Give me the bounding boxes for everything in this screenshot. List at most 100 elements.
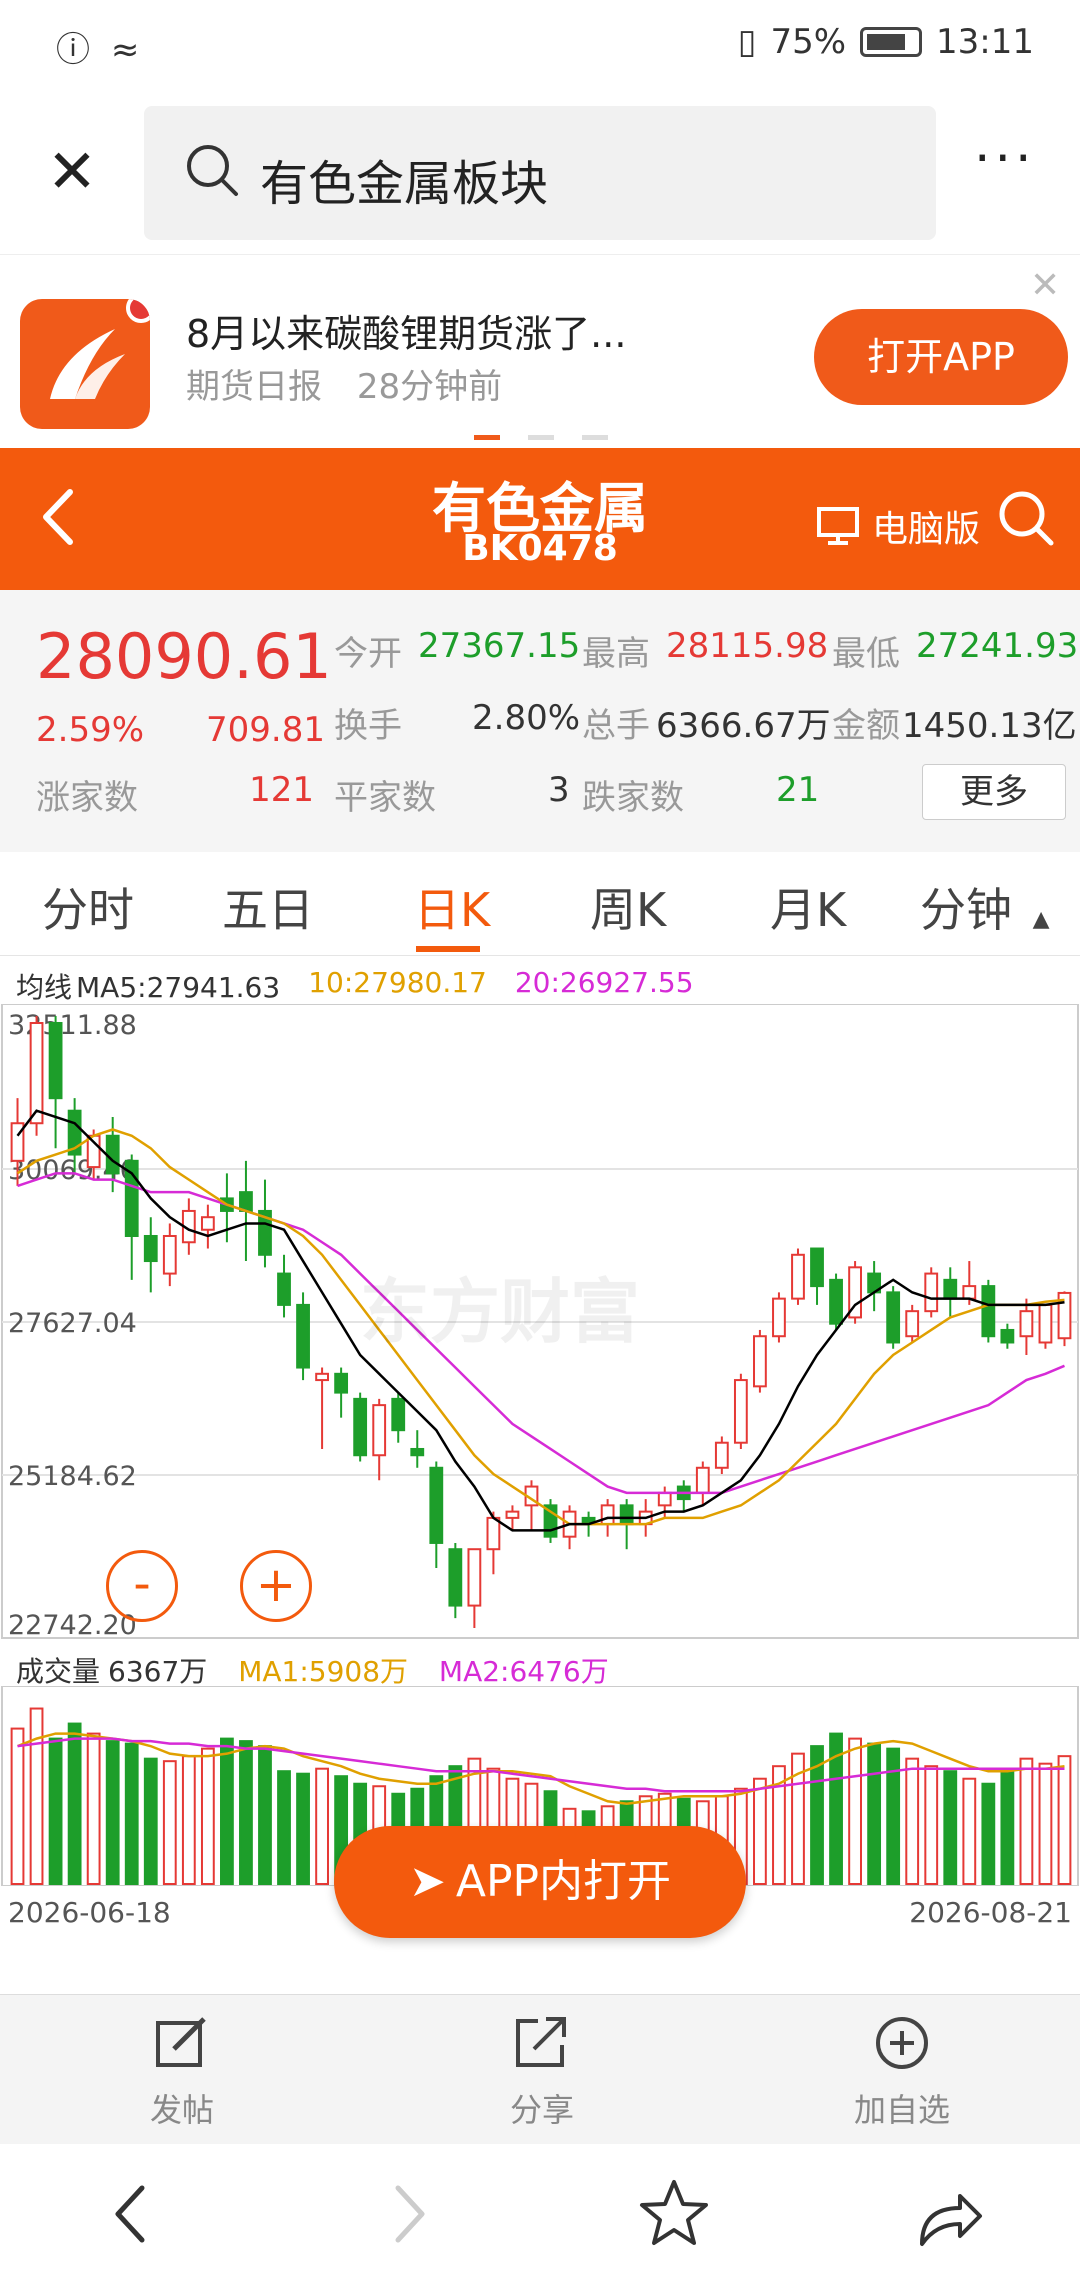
more-options-icon[interactable]: ··· bbox=[974, 133, 1044, 194]
volume-bar bbox=[867, 1742, 882, 1886]
candle-body bbox=[296, 1303, 310, 1369]
x-axis-end-date: 2026-08-21 bbox=[909, 1896, 1072, 1929]
forward-icon[interactable] bbox=[368, 2174, 448, 2254]
volume-bar bbox=[124, 1742, 139, 1886]
close-icon[interactable]: ✕ bbox=[40, 140, 104, 204]
news-time: 28分钟前 bbox=[356, 367, 503, 407]
carousel-dot bbox=[474, 435, 500, 440]
caret-down-icon: ▲ bbox=[1032, 907, 1050, 932]
share-icon bbox=[516, 2017, 566, 2067]
open-in-app-button[interactable]: ➤ APP内打开 bbox=[334, 1826, 746, 1938]
y-tick-label: 22742.20 bbox=[8, 1610, 137, 1640]
ma-legend: 均线 MA5:27941.63 10:27980.17 20:26927.55 bbox=[16, 966, 722, 1006]
edit-icon bbox=[156, 2017, 206, 2067]
volume-bar bbox=[258, 1745, 272, 1886]
candle-body bbox=[239, 1191, 253, 1212]
volume-label: 成交量 bbox=[16, 1655, 101, 1688]
candle-body bbox=[29, 1022, 44, 1125]
candle-body bbox=[714, 1441, 729, 1469]
status-right: ▯ 75% 13:11 bbox=[738, 22, 1034, 62]
news-title[interactable]: 8月以来碳酸锂期货涨了... bbox=[186, 303, 626, 358]
volume-bar bbox=[143, 1757, 158, 1885]
change-percent: 2.59% bbox=[36, 710, 145, 750]
high-label: 最高 bbox=[582, 634, 650, 674]
change-value: 709.81 bbox=[206, 710, 325, 750]
x-axis-start-date: 2026-06-18 bbox=[8, 1896, 171, 1929]
candle-body bbox=[1038, 1303, 1053, 1344]
volume-bar bbox=[1000, 1767, 1015, 1885]
volume-label: 总手 bbox=[582, 706, 650, 746]
candle-body bbox=[334, 1372, 349, 1394]
tab-monthly-k[interactable]: 月K bbox=[770, 874, 846, 940]
search-icon[interactable] bbox=[996, 488, 1056, 548]
pc-version-button[interactable]: 电脑版 bbox=[816, 500, 980, 552]
amount-value: 1450.13亿 bbox=[902, 706, 1077, 746]
battery-percent: 75% bbox=[770, 22, 847, 62]
volume-bar bbox=[239, 1740, 253, 1886]
plus-circle-icon bbox=[876, 2017, 928, 2069]
volume-bar bbox=[296, 1772, 310, 1885]
volume-bar bbox=[315, 1767, 329, 1885]
volume-bar bbox=[1038, 1762, 1053, 1885]
up-count: 121 bbox=[249, 770, 314, 810]
clock: 13:11 bbox=[936, 22, 1034, 62]
down-count-label: 跌家数 bbox=[582, 778, 684, 818]
current-price: 28090.61 bbox=[36, 620, 332, 693]
zoom-in-button[interactable]: + bbox=[240, 1550, 312, 1622]
volume-bar bbox=[848, 1737, 862, 1886]
volume-bar bbox=[277, 1770, 291, 1885]
tab-daily-k[interactable]: 日K bbox=[414, 874, 490, 940]
ma10-value: 10:27980.17 bbox=[308, 966, 487, 999]
status-bar: ⓘ ≈ ▯ 75% 13:11 bbox=[0, 0, 1080, 90]
search-box[interactable]: 有色金属板块 bbox=[144, 106, 936, 240]
y-tick-label: 32511.88 bbox=[8, 1010, 137, 1041]
vibrate-icon: ▯ bbox=[737, 22, 757, 62]
candle-body bbox=[143, 1234, 158, 1263]
post-button[interactable]: 发帖 bbox=[102, 2013, 262, 2131]
volume-bar bbox=[10, 1727, 25, 1885]
active-tab-underline bbox=[416, 946, 480, 952]
alert-icon: ⓘ bbox=[56, 30, 90, 70]
volume-bar bbox=[1019, 1757, 1034, 1885]
tab-intraday[interactable]: 分时 bbox=[42, 874, 134, 940]
candle-body bbox=[1019, 1310, 1034, 1338]
open-app-button[interactable]: 打开APP bbox=[814, 309, 1068, 405]
candle-body bbox=[48, 1022, 63, 1100]
zoom-out-button[interactable]: - bbox=[106, 1550, 178, 1622]
volume-bar bbox=[220, 1737, 234, 1886]
candle-body bbox=[943, 1278, 958, 1300]
more-button[interactable]: 更多 bbox=[922, 764, 1066, 820]
tab-minute[interactable]: 分钟 ▲ bbox=[920, 874, 1050, 940]
candle-body bbox=[829, 1278, 843, 1325]
low-label: 最低 bbox=[832, 634, 900, 674]
news-source: 期货日报 bbox=[186, 367, 322, 407]
candle-body bbox=[791, 1253, 805, 1300]
candle-body bbox=[886, 1291, 901, 1344]
candle-body bbox=[924, 1272, 939, 1313]
news-banner[interactable]: 8月以来碳酸锂期货涨了... 期货日报 28分钟前 打开APP ✕ bbox=[0, 254, 1080, 444]
volume-bar bbox=[886, 1747, 901, 1885]
share-button[interactable]: 分享 bbox=[462, 2013, 622, 2131]
action-bar: 发帖 分享 加自选 bbox=[0, 1994, 1080, 2144]
candle-body bbox=[353, 1397, 368, 1457]
ma-legend-label: 均线 MA5:27941.63 bbox=[16, 966, 280, 1006]
candle-body bbox=[162, 1234, 177, 1275]
star-icon[interactable] bbox=[634, 2174, 714, 2254]
banner-close-icon[interactable]: ✕ bbox=[1030, 265, 1060, 306]
tab-weekly-k[interactable]: 周K bbox=[590, 874, 666, 940]
candle-body bbox=[429, 1466, 444, 1544]
volume-legend: 成交量 6367万 MA1:5908万 MA2:6476万 bbox=[16, 1650, 631, 1690]
candle-body bbox=[505, 1510, 520, 1519]
volume-bar bbox=[162, 1760, 177, 1885]
down-count: 21 bbox=[776, 770, 820, 810]
candle-body bbox=[810, 1247, 824, 1288]
vol-ma2-value: MA2:6476万 bbox=[438, 1655, 609, 1688]
tab-minute-label: 分钟 bbox=[920, 883, 1012, 937]
tab-five-day[interactable]: 五日 bbox=[222, 874, 314, 940]
share-page-icon[interactable] bbox=[908, 2174, 988, 2254]
add-watchlist-label: 加自选 bbox=[853, 2091, 950, 2129]
add-watchlist-button[interactable]: 加自选 bbox=[822, 2013, 982, 2131]
carousel-indicator bbox=[474, 435, 608, 440]
volume-bar bbox=[962, 1777, 977, 1885]
back-icon[interactable] bbox=[92, 2174, 172, 2254]
